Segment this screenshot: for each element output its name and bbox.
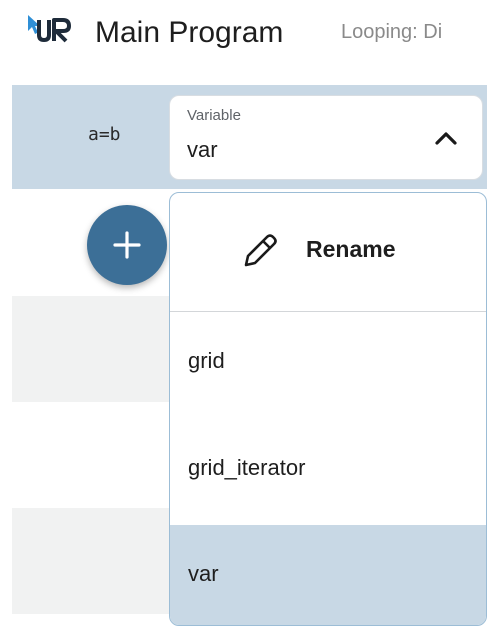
variable-select-label: Variable: [187, 107, 241, 124]
dropdown-option-var[interactable]: var: [170, 525, 486, 625]
option-label: grid_iterator: [188, 455, 306, 480]
assignment-icon: a=b: [88, 124, 121, 145]
variable-select[interactable]: Variable var: [169, 95, 483, 180]
variable-select-value: var: [187, 137, 218, 162]
looping-status: Looping: Di: [341, 21, 443, 43]
rename-label: Rename: [306, 236, 396, 262]
add-node-button[interactable]: [87, 205, 167, 285]
header: Main Program Looping: Di: [0, 0, 487, 70]
option-label: grid: [188, 348, 225, 373]
rename-menu-item[interactable]: Rename: [170, 193, 486, 312]
plus-icon: [113, 231, 141, 259]
variable-dropdown-menu: Rename grid grid_iterator var: [169, 192, 487, 626]
dropdown-option-grid[interactable]: grid: [170, 312, 486, 416]
ur-logo: [28, 15, 71, 43]
chevron-up-icon[interactable]: [432, 126, 460, 148]
page-title: Main Program: [95, 16, 284, 49]
dropdown-option-grid-iterator[interactable]: grid_iterator: [170, 419, 486, 523]
option-label: var: [188, 561, 219, 586]
pencil-icon: [244, 234, 277, 267]
